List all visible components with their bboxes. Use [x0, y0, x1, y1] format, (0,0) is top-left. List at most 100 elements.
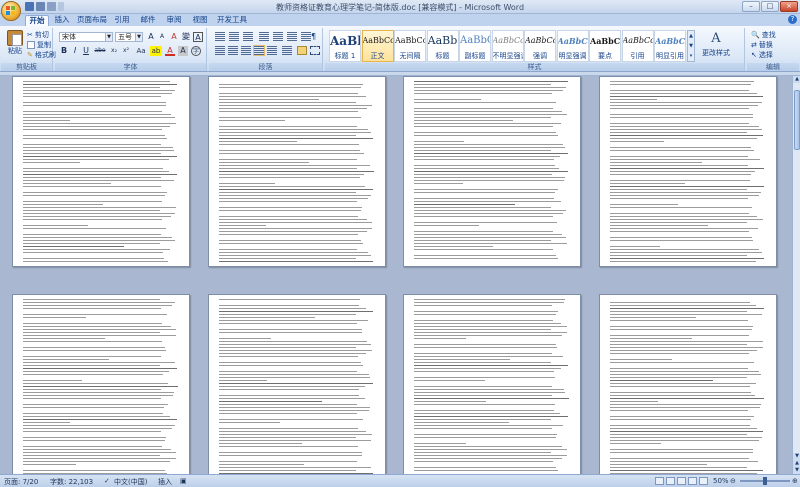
style-item[interactable]: AaBbCcDc 无间隔: [394, 30, 426, 62]
prev-page-icon[interactable]: ▲: [793, 460, 800, 467]
zoom-level[interactable]: 50%: [713, 477, 729, 485]
multilevel-list-icon[interactable]: [243, 32, 253, 41]
style-item[interactable]: AaBbCcDc 引用: [621, 30, 654, 62]
font-name-select[interactable]: 宋体 ▼: [59, 32, 113, 42]
tab-developer[interactable]: 开发工具: [216, 15, 248, 26]
style-sample: AaBbCcDc: [492, 36, 523, 45]
text-line: [414, 395, 552, 396]
redo-icon[interactable]: [47, 2, 56, 11]
align-center-icon[interactable]: [228, 46, 238, 55]
draft-view-icon[interactable]: [699, 477, 708, 485]
macro-icon[interactable]: ▣: [180, 477, 187, 485]
font-size-select[interactable]: 五号 ▼: [115, 32, 143, 42]
char-border-button[interactable]: A: [193, 32, 203, 42]
text-line: [219, 428, 359, 429]
strikethrough-button[interactable]: abe: [93, 46, 107, 56]
tab-references[interactable]: 引用: [112, 15, 132, 26]
decrease-indent-icon[interactable]: [259, 32, 269, 41]
clear-formatting-button[interactable]: A: [169, 32, 179, 42]
increase-indent-icon[interactable]: [273, 32, 283, 41]
format-painter-button[interactable]: ✎ 格式刷: [27, 50, 56, 60]
tab-review[interactable]: 审阅: [164, 15, 184, 26]
style-item[interactable]: AaBbCcDc 强调: [524, 30, 556, 62]
next-page-icon[interactable]: ▼: [793, 467, 800, 474]
page-count[interactable]: 页面: 7/20: [4, 477, 38, 487]
justify-icon[interactable]: [253, 45, 265, 56]
highlight-button[interactable]: ab: [150, 46, 162, 56]
close-button[interactable]: ×: [780, 1, 798, 12]
document-area[interactable]: [0, 76, 792, 474]
cut-button[interactable]: ✂ 剪切: [27, 30, 49, 40]
style-item[interactable]: AaBbCcDc 不明显强调: [491, 30, 524, 62]
scroll-up-icon[interactable]: ▲: [793, 76, 800, 83]
text-line: [219, 84, 363, 85]
scroll-thumb[interactable]: [794, 90, 800, 150]
font-color-button[interactable]: A: [165, 46, 175, 56]
undo-icon[interactable]: [36, 2, 45, 11]
style-item[interactable]: AaBbCcDc 明显强调: [556, 30, 589, 62]
style-item[interactable]: AaBl 标题 1: [329, 30, 361, 62]
change-styles-button[interactable]: A 更改样式: [701, 30, 731, 62]
phonetic-guide-button[interactable]: 變: [181, 32, 191, 42]
style-item[interactable]: AaBbCcD 明显引用: [654, 30, 686, 62]
align-right-icon[interactable]: [241, 46, 251, 55]
change-case-button[interactable]: Aa: [135, 46, 147, 56]
text-line: [414, 243, 568, 244]
maximize-button[interactable]: □: [761, 1, 779, 12]
office-button[interactable]: [1, 1, 21, 21]
full-screen-view-icon[interactable]: [666, 477, 675, 485]
show-marks-icon[interactable]: ¶: [311, 32, 321, 41]
numbering-icon[interactable]: [229, 32, 239, 41]
underline-button[interactable]: U: [81, 46, 91, 56]
bullets-icon[interactable]: [215, 32, 225, 41]
zoom-in-icon[interactable]: ⊕: [792, 477, 798, 485]
tab-page-layout[interactable]: 页面布局: [76, 15, 108, 26]
enclose-char-button[interactable]: 字: [191, 46, 201, 56]
text-line: [219, 380, 267, 381]
scroll-down-icon[interactable]: ▼: [793, 453, 800, 460]
distributed-icon[interactable]: [267, 46, 277, 55]
tab-view[interactable]: 视图: [190, 15, 210, 26]
help-icon[interactable]: ?: [788, 15, 797, 24]
style-item[interactable]: AaBbCcDc 正文: [361, 30, 394, 62]
select-button[interactable]: ↖ 选择: [751, 50, 773, 60]
insert-mode[interactable]: 插入: [158, 477, 172, 487]
style-item[interactable]: AaBbC 副标题: [459, 30, 491, 62]
style-item[interactable]: AaBbCcD 要点: [589, 30, 621, 62]
spellcheck-icon[interactable]: ✓: [104, 477, 110, 485]
shrink-font-button[interactable]: A: [157, 32, 167, 42]
vertical-scrollbar[interactable]: ▲ ▼ ▲ ▼: [792, 76, 800, 474]
customize-qat-icon[interactable]: [58, 2, 64, 11]
sort-icon[interactable]: [301, 32, 311, 41]
outline-view-icon[interactable]: [688, 477, 697, 485]
replace-button[interactable]: ⇄ 替换: [751, 40, 773, 50]
tab-mailings[interactable]: 邮件: [138, 15, 158, 26]
line-spacing-icon[interactable]: [282, 46, 292, 55]
grow-font-button[interactable]: A: [146, 32, 156, 42]
shading-icon[interactable]: [297, 46, 307, 55]
text-line: [610, 108, 749, 109]
subscript-button[interactable]: x₂: [109, 46, 119, 56]
italic-button[interactable]: I: [70, 46, 80, 56]
align-left-icon[interactable]: [215, 46, 225, 55]
zoom-slider-knob[interactable]: [763, 477, 767, 485]
zoom-out-icon[interactable]: ⊖: [730, 477, 736, 485]
copy-button[interactable]: 复制: [27, 40, 51, 50]
tab-insert[interactable]: 插入: [52, 15, 72, 26]
find-button[interactable]: 🔍 查找: [751, 30, 776, 40]
bold-button[interactable]: B: [59, 46, 69, 56]
word-count[interactable]: 字数: 22,103: [50, 477, 93, 487]
print-layout-view-icon[interactable]: [655, 477, 664, 485]
char-shading-button[interactable]: A: [178, 46, 188, 56]
borders-icon[interactable]: [310, 46, 320, 55]
superscript-button[interactable]: x²: [121, 46, 131, 56]
language[interactable]: 中文(中国): [114, 477, 147, 487]
minimize-button[interactable]: –: [742, 1, 760, 12]
paste-button[interactable]: 粘贴: [4, 30, 26, 60]
gallery-scroll[interactable]: ▲ ▼ ▾: [687, 30, 695, 62]
chinese-layout-icon[interactable]: [287, 32, 297, 41]
save-icon[interactable]: [25, 2, 34, 11]
style-item[interactable]: AaBb 标题: [426, 30, 459, 62]
tab-home[interactable]: 开始: [25, 15, 49, 26]
web-layout-view-icon[interactable]: [677, 477, 686, 485]
